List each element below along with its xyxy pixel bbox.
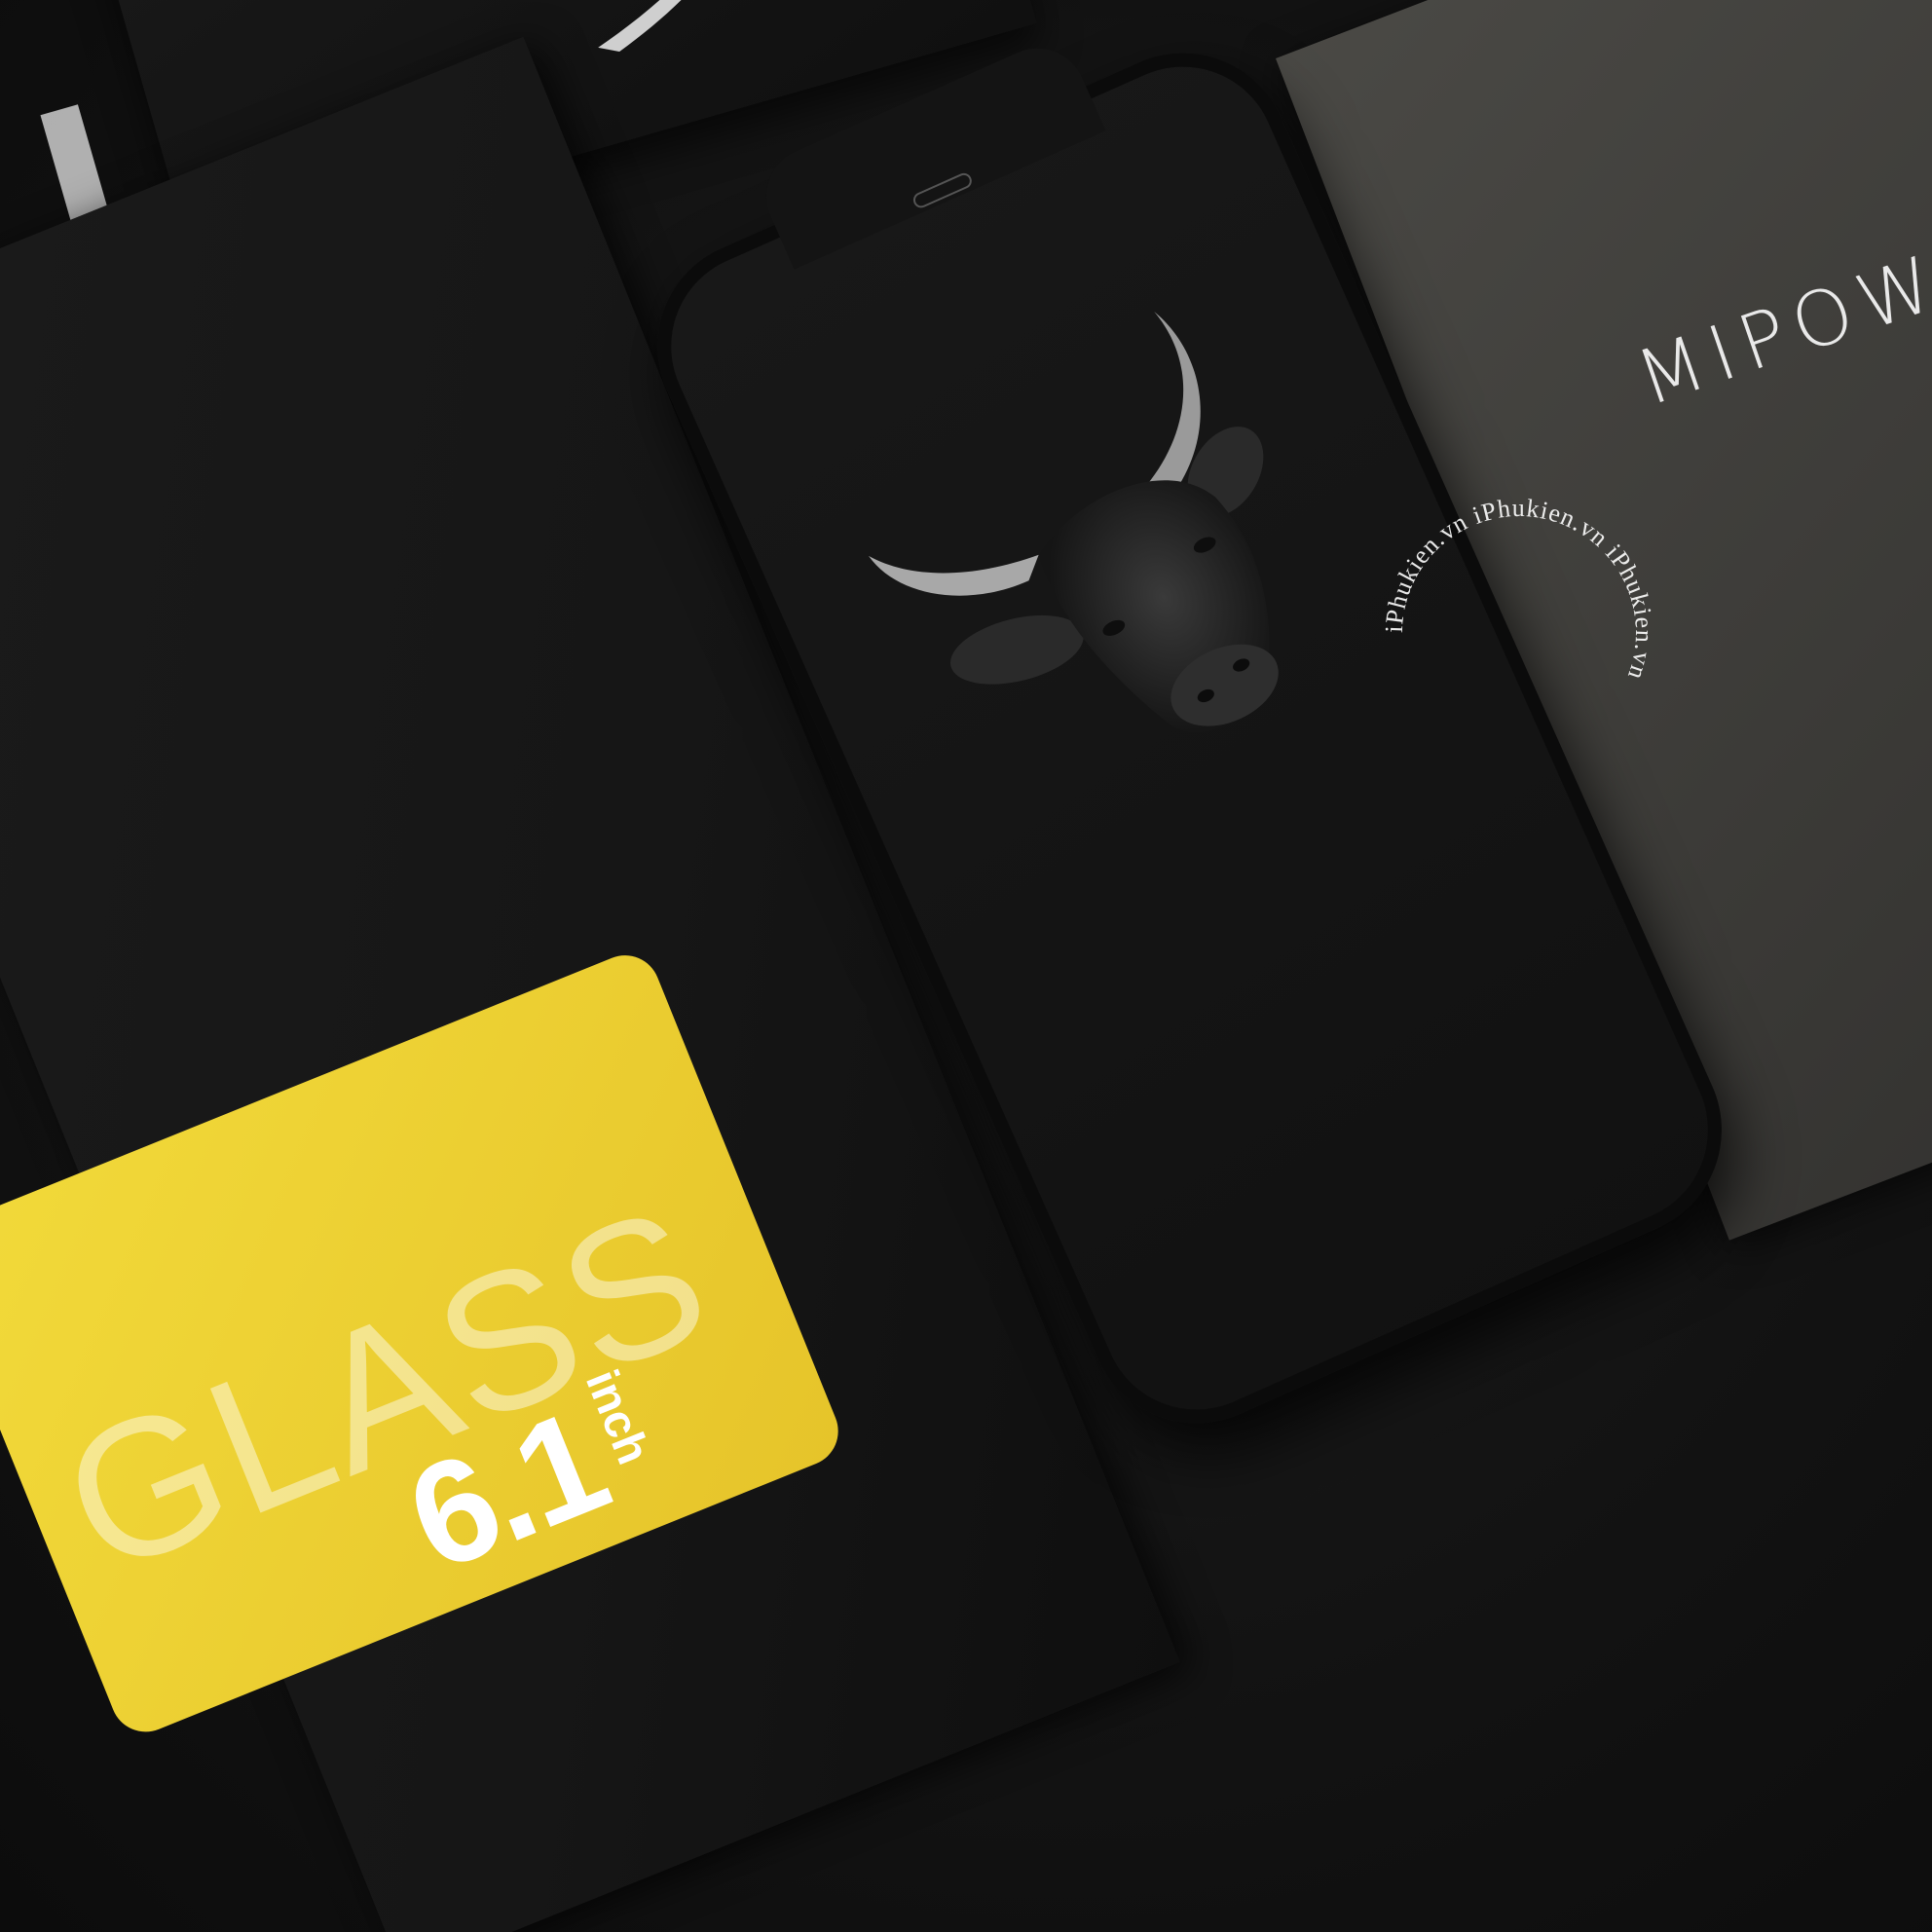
bull-head-illustration [868, 311, 1279, 733]
product-photo-scene: GLASS 6.1 inch MIPOW iPhukien.vn iPhukie… [0, 0, 1932, 1932]
horn-icon [598, 0, 782, 52]
svg-text:iPhukien.vn iPhukien.vn iPhu: iPhukien.vn iPhukien.vn iPhukien.vn [1380, 494, 1658, 684]
circular-watermark: iPhukien.vn iPhukien.vn iPhukien.vn [1380, 494, 1658, 684]
watermark-text: iPhukien.vn iPhukien.vn iPhukien.vn [1380, 494, 1657, 684]
